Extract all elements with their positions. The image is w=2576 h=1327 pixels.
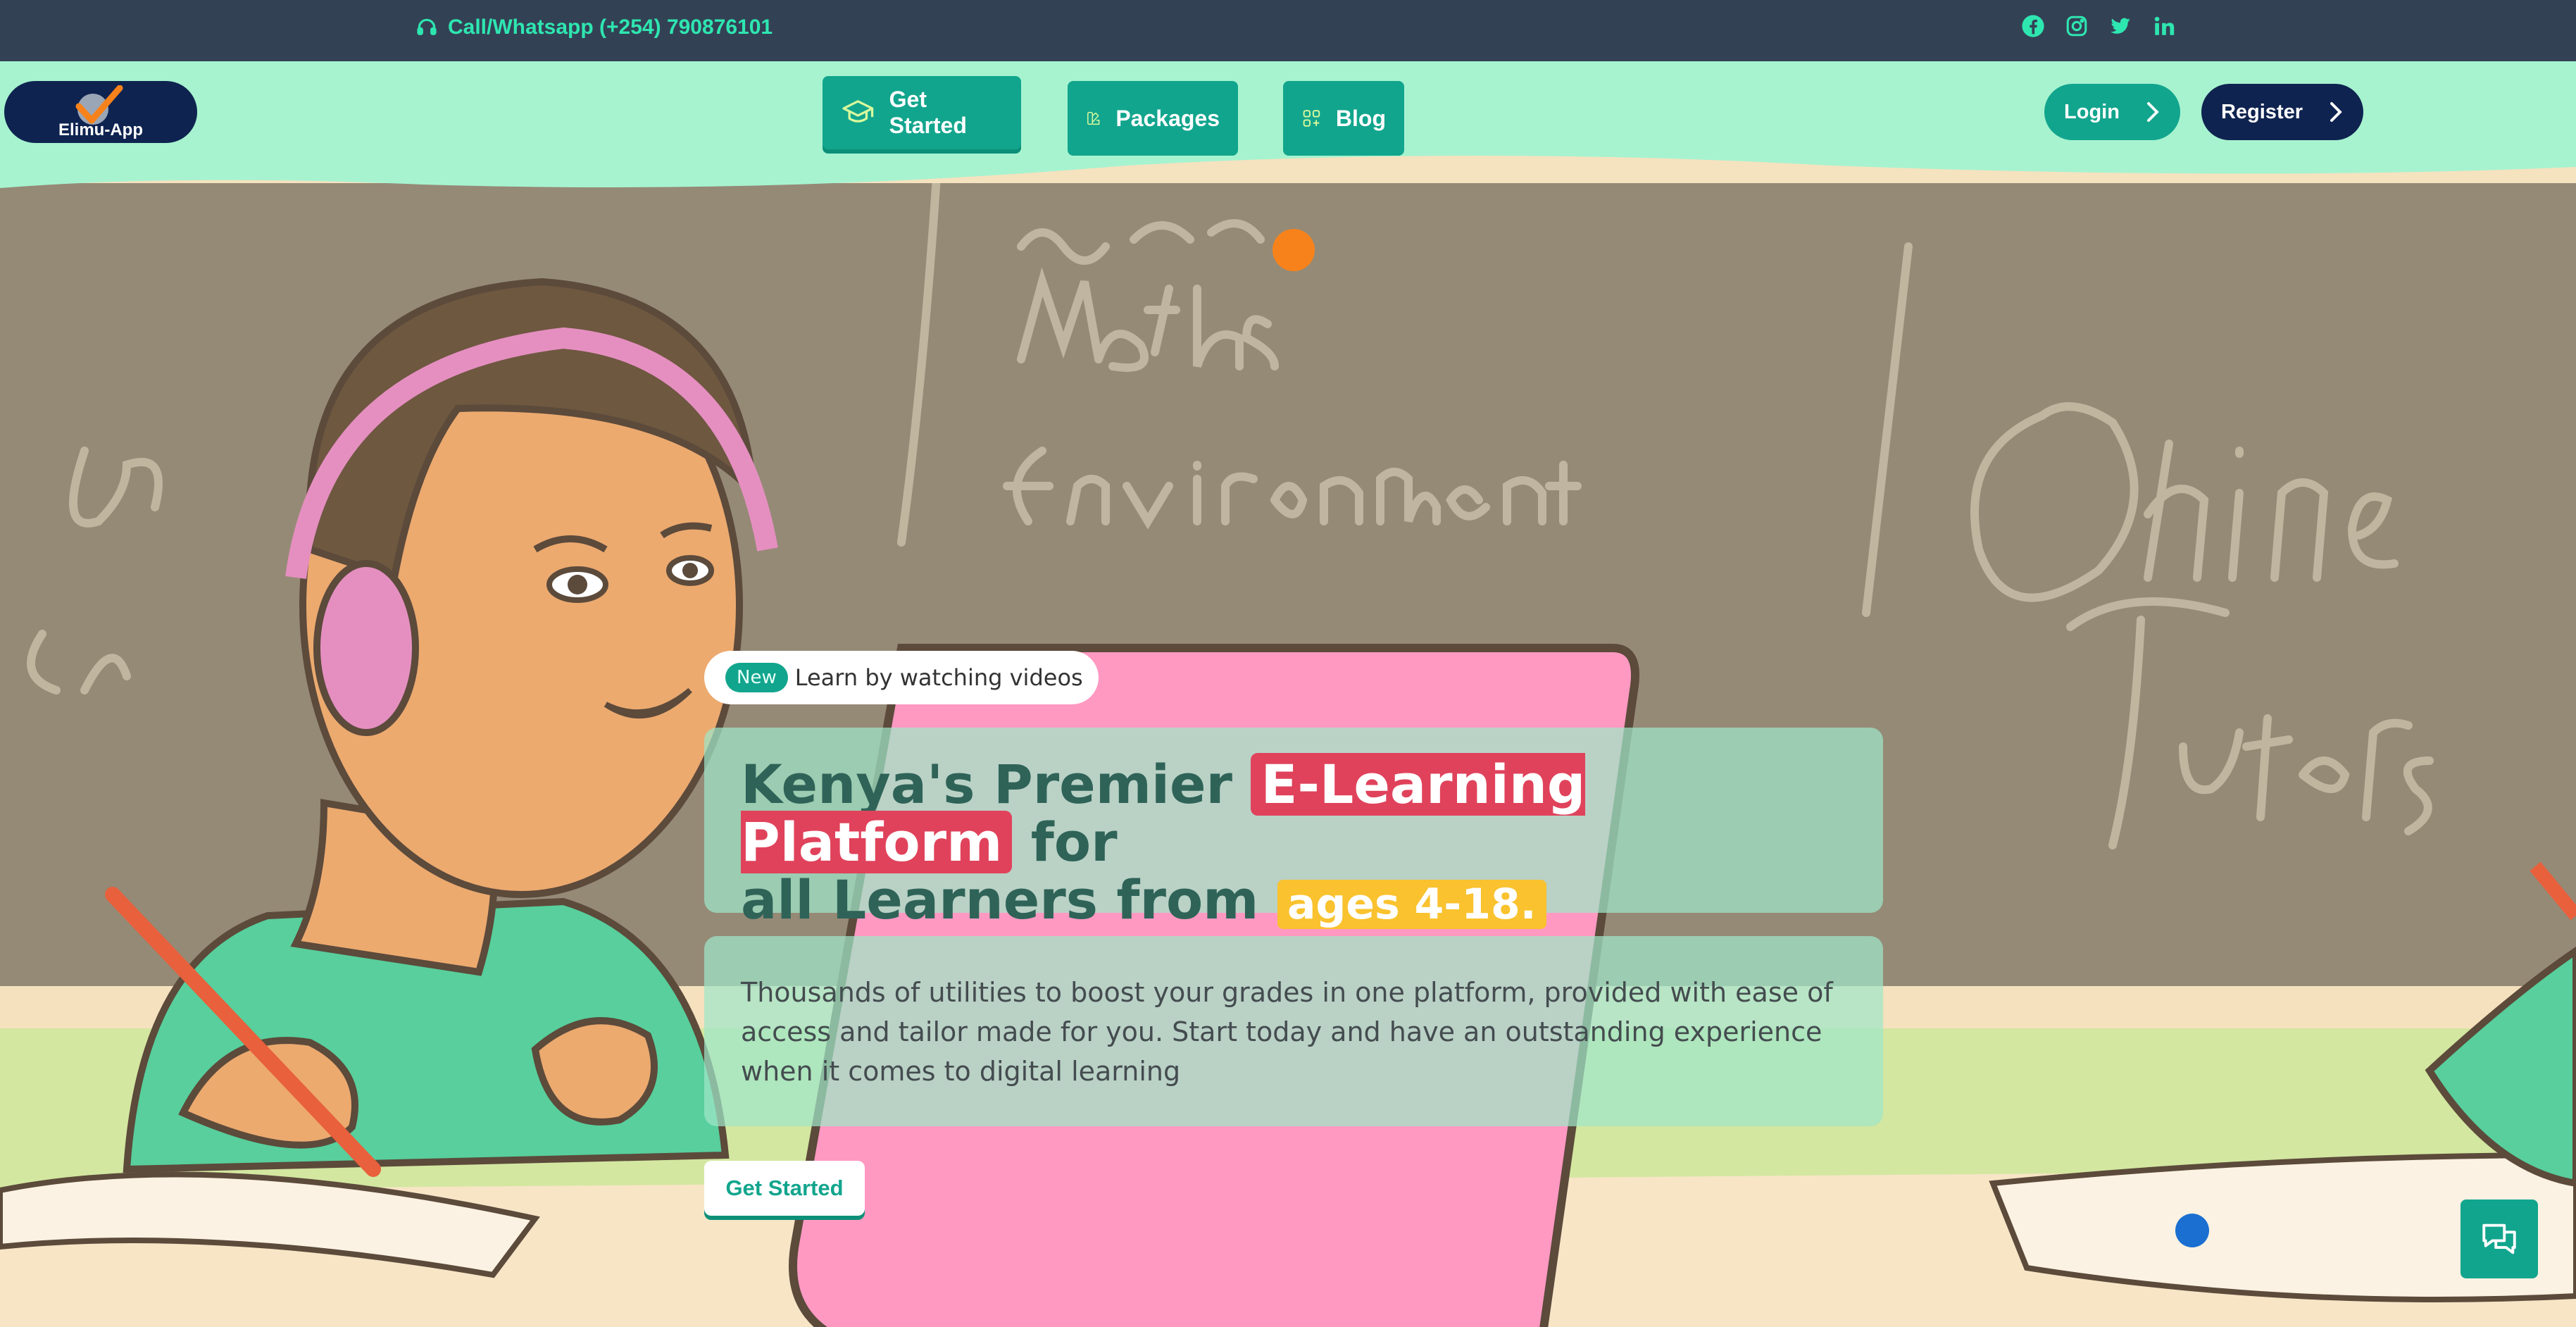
facebook-icon[interactable] (2021, 14, 2045, 38)
chevron-right-icon (2147, 102, 2159, 122)
description-card: Thousands of utilities to boost your gra… (704, 936, 1883, 1126)
hero-get-started-button[interactable]: Get Started (704, 1161, 865, 1216)
contact-label: Call/Whatsapp (+254) 790876101 (448, 15, 773, 39)
nav-get-started-label: Get Started (889, 87, 967, 138)
contact-info[interactable]: Call/Whatsapp (+254) 790876101 (415, 15, 773, 39)
headline-ages: ages 4-18. (1277, 880, 1546, 929)
register-label: Register (2220, 100, 2303, 123)
chat-button[interactable] (2461, 1200, 2538, 1278)
nav-packages-label: Packages (1115, 105, 1220, 131)
grid-plus-icon (1303, 110, 1320, 127)
hero-description: Thousands of utilities to boost your gra… (741, 977, 1833, 1087)
top-bar: Call/Whatsapp (+254) 790876101 (0, 0, 2576, 61)
navbar: Elimu-App Get Started Packages Blog Logi… (0, 61, 2576, 202)
nav-blog-label: Blog (1335, 105, 1386, 131)
graduation-cap-icon (842, 100, 874, 123)
nav-blog[interactable]: Blog (1283, 81, 1404, 156)
badge-text: Learn by watching videos (794, 664, 1083, 691)
palette-icon (1087, 111, 1100, 125)
linkedin-icon[interactable] (2152, 14, 2176, 38)
register-button[interactable]: Register (2201, 84, 2363, 140)
headline-card: Kenya's Premier E-Learning Platform for … (704, 728, 1883, 929)
new-feature-badge[interactable]: New Learn by watching videos (704, 651, 1099, 704)
login-label: Login (2064, 100, 2120, 123)
headset-icon (417, 18, 437, 35)
login-button[interactable]: Login (2044, 84, 2180, 140)
chat-icon (2482, 1223, 2516, 1254)
new-tag: New (725, 663, 788, 692)
chevron-right-icon (2330, 102, 2342, 122)
headline-part1: Kenya's Premier (741, 753, 1232, 816)
hero-headline: Kenya's Premier E-Learning Platform for … (741, 753, 1846, 933)
hero-section: New Learn by watching videos Kenya's Pre… (0, 183, 2576, 1327)
nav-packages[interactable]: Packages (1068, 81, 1238, 156)
twitter-icon[interactable] (2108, 14, 2132, 38)
social-links (2021, 14, 2176, 38)
headline-part2: for (1030, 811, 1118, 873)
logo[interactable]: Elimu-App (4, 81, 197, 143)
nav-get-started[interactable]: Get Started (823, 76, 1021, 149)
logo-text: Elimu-App (58, 120, 143, 139)
headline-part3: all Learners from (741, 868, 1259, 931)
instagram-icon[interactable] (2065, 14, 2089, 38)
